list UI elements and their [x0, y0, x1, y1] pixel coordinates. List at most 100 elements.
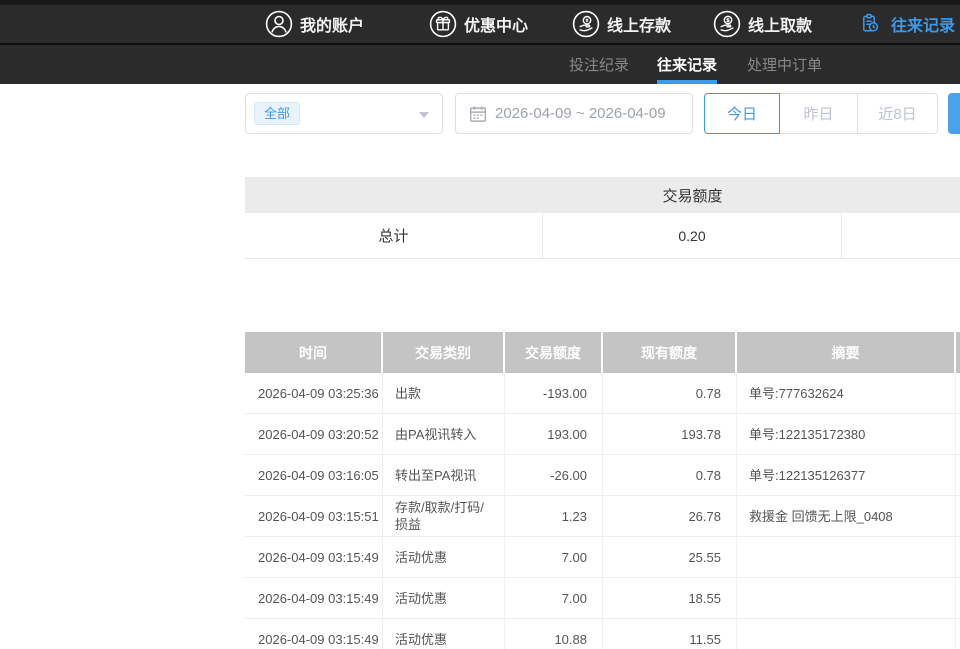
tab-transaction-records[interactable]: 往来记录 [657, 45, 717, 84]
summary-cell: 救援金 回馈无上限_0408 [737, 496, 956, 536]
type-value: 转出至PA视讯 [395, 467, 476, 484]
selected-type-chip: 全部 [254, 102, 300, 125]
topnav-item-transaction-records[interactable]: 往来记录 [856, 6, 955, 42]
column-header-type: 交易类别 [383, 332, 505, 373]
summary-cell: 单号:122135172380 [737, 414, 956, 454]
balance-cell: 25.55 [603, 537, 737, 577]
summary-cell [737, 619, 956, 649]
summary-table: 交易额度 总计 0.20 [245, 177, 960, 259]
time-cell: 2026-04-09 03:15:49 [245, 537, 383, 577]
time-value: 2026-04-09 03:15:49 [258, 590, 379, 607]
summary-total-row: 总计 0.20 [245, 213, 960, 259]
type-value: 活动优惠 [395, 549, 447, 566]
records-icon [856, 10, 884, 38]
table-row: 2026-04-09 03:20:52由PA视讯转入193.00193.78单号… [245, 414, 960, 455]
tab-processing-orders[interactable]: 处理中订单 [747, 45, 822, 84]
balance-cell: 18.55 [603, 578, 737, 618]
search-button[interactable] [948, 93, 960, 134]
column-header-next-cut [956, 332, 960, 373]
time-value: 2026-04-09 03:15:51 [258, 508, 379, 525]
calendar-icon [469, 105, 487, 123]
amount-cell: 7.00 [505, 578, 603, 618]
row-spacer-cell [956, 537, 960, 577]
type-cell: 活动优惠 [383, 619, 505, 649]
balance-value: 18.55 [688, 590, 721, 607]
column-header-balance: 现有额度 [603, 332, 737, 373]
time-cell: 2026-04-09 03:15:51 [245, 496, 383, 536]
transactions-table-body: 2026-04-09 03:25:36 出款 -193.00 0.78 单号:77763… [245, 373, 960, 649]
summary-value: 救援金 回馈无上限_0408 [749, 508, 893, 525]
time-value: 2026-04-09 03:25:36 [258, 385, 379, 402]
quick-button-label: 今日 [727, 103, 757, 124]
summary-total-label: 总计 [245, 213, 543, 258]
amount-cell: 1.23 [505, 496, 603, 536]
topnav-item-label: 线上取款 [748, 12, 812, 36]
quick-button-yesterday[interactable]: 昨日 [780, 93, 858, 134]
quick-button-today[interactable]: 今日 [704, 93, 780, 134]
type-cell: 转出至PA视讯 [383, 455, 505, 495]
time-value: 2026-04-09 03:15:49 [258, 549, 379, 566]
summary-cell: 单号:122135126377 [737, 455, 956, 495]
amount-value: 10.88 [554, 631, 587, 648]
time-cell: 2026-04-09 03:15:49 [245, 578, 383, 618]
column-header-summary: 摘要 [737, 332, 956, 373]
summary-value: 单号:777632624 [749, 385, 844, 402]
tab-bet-records[interactable]: 投注纪录 [569, 45, 629, 84]
table-row: 2026-04-09 03:16:05转出至PA视讯-26.000.78单号:1… [245, 455, 960, 496]
transactions-table: 时间交易类别交易额度现有额度摘要 2026-04-09 03:25:36 出款 -1… [245, 332, 960, 649]
summary-total-value: 0.20 [543, 213, 842, 258]
summary-cell [737, 578, 956, 618]
time-value: 2026-04-09 03:20:52 [258, 426, 379, 443]
date-range-value: 2026-04-09 ~ 2026-04-09 [495, 105, 666, 122]
type-cell: 由PA视讯转入 [383, 414, 505, 454]
chevron-down-icon [419, 112, 429, 118]
balance-cell: 11.55 [603, 619, 737, 649]
active-tab-underline [657, 80, 717, 84]
deposit-icon [572, 10, 600, 38]
amount-cell: 7.00 [505, 537, 603, 577]
summary-cell: 单号:777632624 [737, 373, 956, 413]
time-value: 2026-04-09 03:15:49 [258, 631, 379, 648]
tab-label: 往来记录 [657, 54, 717, 75]
balance-value: 193.78 [681, 426, 721, 443]
user-icon [265, 10, 293, 38]
topnav-item-label: 我的账户 [300, 12, 364, 36]
summary-cell [737, 537, 956, 577]
top-navigation-bar: 我的账户 优惠中心 线上存款 线上取款 往来记录 [0, 5, 960, 43]
transaction-type-select[interactable]: 全部 [245, 93, 443, 134]
balance-cell: 193.78 [603, 414, 737, 454]
quick-date-button-group: 今日 昨日近8日 [704, 93, 938, 134]
balance-value: 25.55 [688, 549, 721, 566]
type-value: 活动优惠 [395, 631, 447, 648]
amount-cell: -26.00 [505, 455, 603, 495]
table-row: 2026-04-09 03:15:49 活动优惠 7.00 25.55 [245, 537, 960, 578]
time-cell: 2026-04-09 03:16:05 [245, 455, 383, 495]
topnav-item-online-withdrawal[interactable]: 线上取款 [713, 6, 812, 42]
topnav-item-promo-center[interactable]: 优惠中心 [429, 6, 528, 42]
balance-value: 0.78 [696, 385, 721, 402]
topnav-item-label: 线上存款 [607, 12, 671, 36]
balance-value: 11.55 [689, 631, 721, 648]
topnav-item-online-deposit[interactable]: 线上存款 [572, 6, 671, 42]
summary-value: 单号:122135126377 [749, 467, 865, 484]
time-value: 2026-04-09 03:16:05 [258, 467, 379, 484]
column-header-time: 时间 [245, 332, 383, 373]
row-spacer-cell [956, 619, 960, 649]
transactions-table-header: 时间交易类别交易额度现有额度摘要 [245, 332, 960, 373]
time-cell: 2026-04-09 03:20:52 [245, 414, 383, 454]
table-row: 2026-04-09 03:15:51存款/取款/打码/损益1.2326.78救… [245, 496, 960, 537]
quick-button-last-8-days[interactable]: 近8日 [858, 93, 938, 134]
withdraw-icon [713, 10, 741, 38]
time-cell: 2026-04-09 03:25:36 [245, 373, 383, 413]
type-cell: 出款 [383, 373, 505, 413]
amount-value: 1.23 [562, 508, 587, 525]
topnav-item-my-account[interactable]: 我的账户 [265, 6, 364, 42]
balance-cell: 0.78 [603, 373, 737, 413]
type-cell: 活动优惠 [383, 537, 505, 577]
summary-header-row: 交易额度 [245, 177, 960, 213]
type-value: 出款 [395, 385, 421, 402]
amount-cell: 10.88 [505, 619, 603, 649]
amount-cell: -193.00 [505, 373, 603, 413]
quick-button-label: 近8日 [878, 103, 916, 124]
date-range-picker[interactable]: 2026-04-09 ~ 2026-04-09 [455, 93, 693, 134]
